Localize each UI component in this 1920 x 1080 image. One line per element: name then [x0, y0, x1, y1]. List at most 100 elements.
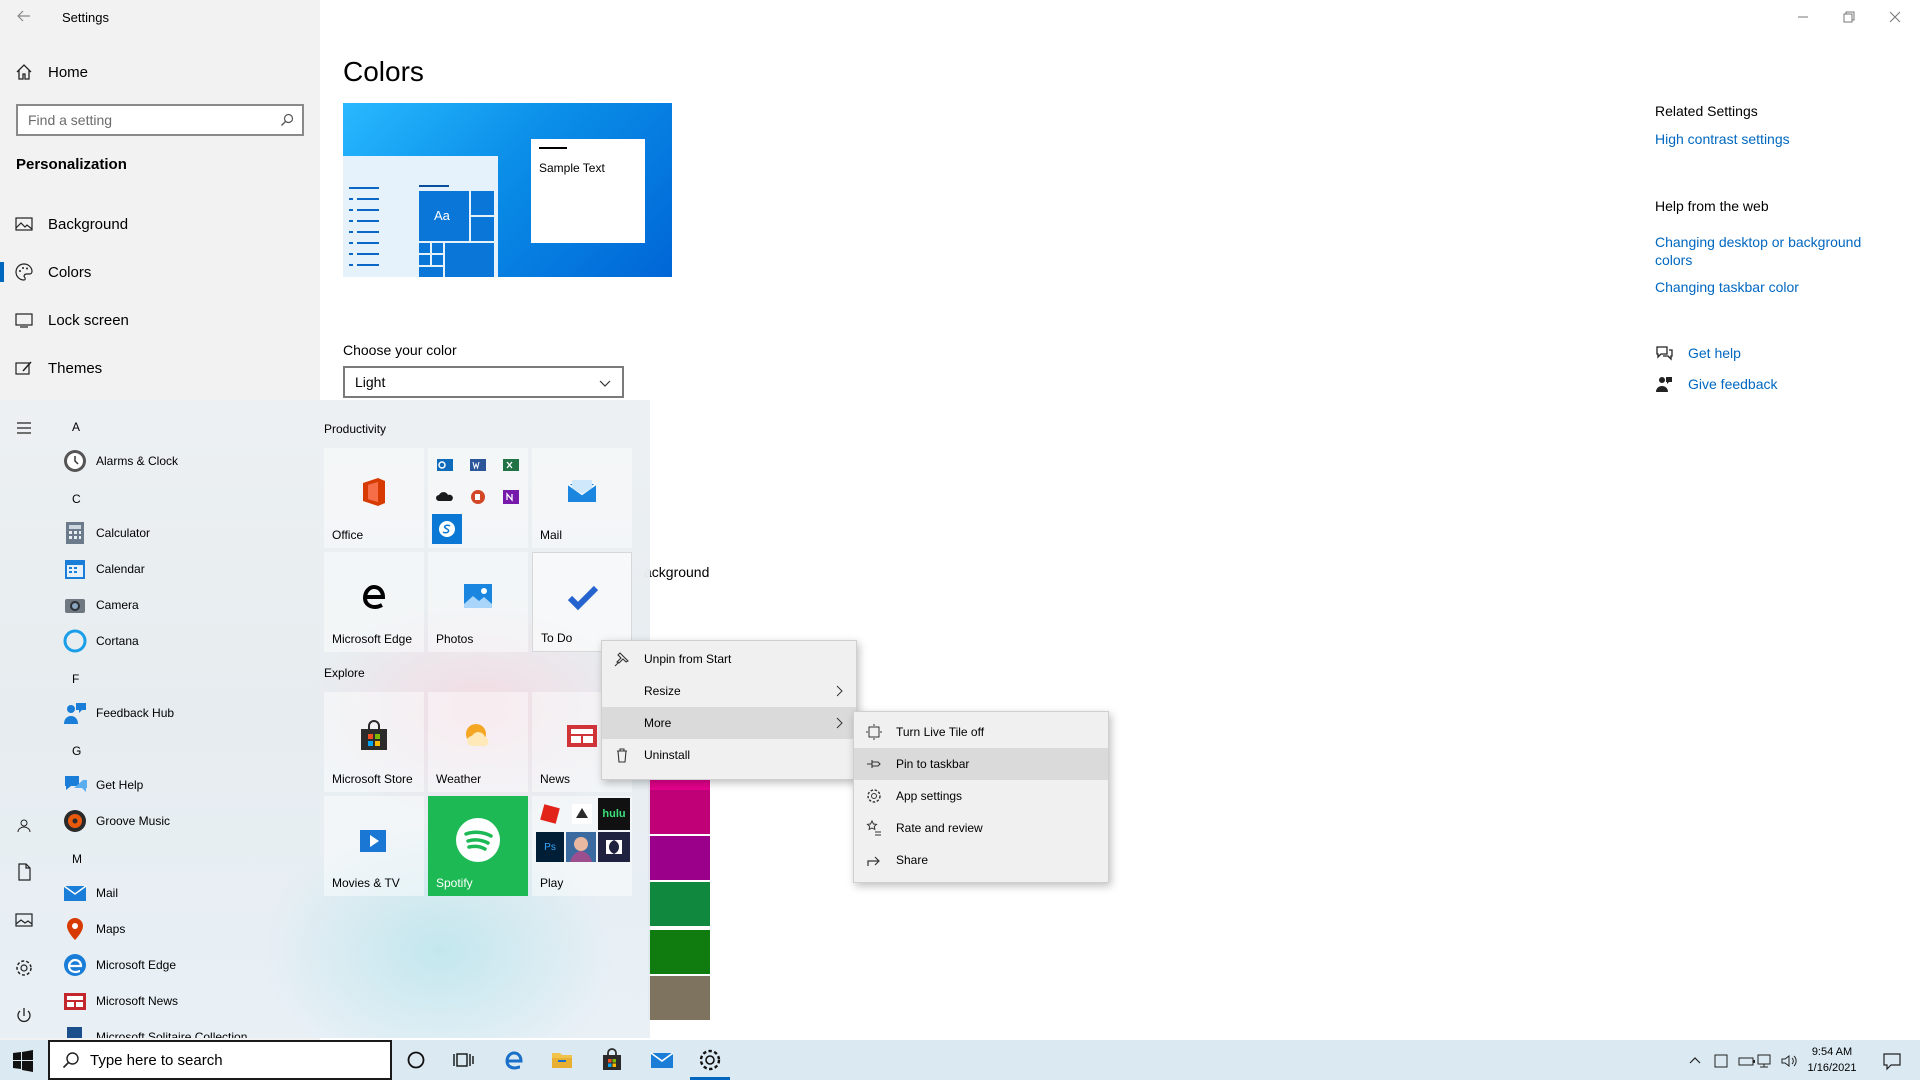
tile-weather[interactable]: Weather: [428, 692, 528, 792]
power-icon[interactable]: [14, 1006, 34, 1026]
minimize-button[interactable]: [1780, 4, 1826, 30]
menu-item-label: Turn Live Tile off: [896, 725, 985, 739]
documents-icon[interactable]: [14, 862, 34, 882]
menu-item-uninstall[interactable]: Uninstall: [602, 739, 856, 771]
menu-item-more[interactable]: More: [602, 707, 856, 739]
onedrive-icon: [436, 488, 454, 506]
tile-movies-tv[interactable]: Movies & TV: [324, 796, 424, 896]
cortana-circle-icon[interactable]: [404, 1048, 428, 1072]
network-icon[interactable]: [1756, 1052, 1774, 1070]
mail-taskbar-icon[interactable]: [650, 1048, 674, 1072]
find-setting-input[interactable]: Find a setting: [16, 104, 304, 136]
edge-taskbar-icon[interactable]: [502, 1048, 526, 1072]
cortana-icon: [62, 628, 88, 654]
sidebar-item-lock-screen[interactable]: Lock screen: [0, 300, 320, 340]
store-taskbar-icon[interactable]: [600, 1048, 624, 1072]
restore-icon: [1843, 11, 1855, 23]
changing-desktop-link[interactable]: Changing desktop or background colors: [1655, 233, 1885, 269]
color-swatch[interactable]: [648, 976, 710, 1020]
chevron-right-icon: [834, 685, 844, 697]
task-view-icon[interactable]: [452, 1048, 476, 1072]
menu-item-pin-to-taskbar[interactable]: Pin to taskbar: [854, 748, 1108, 780]
app-microsoft-edge[interactable]: Microsoft Edge: [62, 950, 176, 980]
tile-label: Spotify: [436, 876, 473, 890]
tile-photos[interactable]: Photos: [428, 552, 528, 652]
close-button[interactable]: [1872, 4, 1918, 30]
app-calendar[interactable]: Calendar: [62, 554, 145, 584]
color-swatch[interactable]: [648, 836, 710, 880]
app-solitaire[interactable]: Microsoft Solitaire Collection: [62, 1022, 247, 1038]
user-icon[interactable]: [14, 816, 34, 836]
menu-item-turn-live-tile-off[interactable]: Turn Live Tile off: [854, 716, 1108, 748]
color-swatch[interactable]: [648, 930, 710, 974]
choose-color-dropdown[interactable]: Light: [343, 366, 624, 398]
hamburger-icon[interactable]: [14, 418, 34, 438]
back-arrow-icon[interactable]: [16, 8, 32, 24]
app-label: Microsoft Edge: [96, 958, 177, 972]
app-group-letter[interactable]: G: [72, 744, 81, 758]
app-maps[interactable]: Maps: [62, 914, 125, 944]
app-groove-music[interactable]: Groove Music: [62, 806, 170, 836]
battery-icon[interactable]: [1738, 1052, 1756, 1070]
sidebar-item-label: Colors: [48, 263, 92, 281]
app-group-letter[interactable]: F: [72, 672, 79, 686]
pictures-icon[interactable]: [14, 910, 34, 930]
taskbar-search-box[interactable]: Type here to search: [48, 1040, 392, 1080]
menu-item-label: Resize: [644, 684, 681, 698]
sidebar-item-colors[interactable]: Colors: [0, 252, 320, 292]
app-calculator[interactable]: Calculator: [62, 518, 150, 548]
window-title: Settings: [62, 10, 109, 25]
windows-start-icon[interactable]: [12, 1050, 34, 1072]
menu-item-rate-review[interactable]: Rate and review: [854, 812, 1108, 844]
color-swatch[interactable]: [648, 882, 710, 926]
feedback-hub-icon: [62, 700, 88, 726]
taskbar-clock[interactable]: 9:54 AM 1/16/2021: [1792, 1044, 1872, 1076]
group-explore[interactable]: Explore: [324, 666, 365, 680]
sidebar-item-home[interactable]: Home: [0, 52, 320, 92]
changing-taskbar-link[interactable]: Changing taskbar color: [1655, 278, 1799, 296]
notification-icon[interactable]: [1882, 1051, 1902, 1071]
app-camera[interactable]: Camera: [62, 590, 139, 620]
app-label: Camera: [96, 598, 139, 612]
powerpoint-icon: [469, 488, 487, 506]
menu-item-app-settings[interactable]: App settings: [854, 780, 1108, 812]
sidebar-item-background[interactable]: Background: [0, 204, 320, 244]
app-alarms-clock[interactable]: Alarms & Clock: [62, 446, 178, 476]
app-label: Groove Music: [96, 814, 171, 828]
tile-spotify[interactable]: Spotify: [428, 796, 528, 896]
give-feedback-link[interactable]: Give feedback: [1688, 375, 1778, 393]
app-group-letter[interactable]: C: [72, 492, 81, 506]
tile-mail[interactable]: Mail: [532, 448, 632, 548]
get-help-link[interactable]: Get help: [1688, 344, 1741, 362]
onedrive-tray-icon[interactable]: [1712, 1052, 1730, 1070]
app-cortana[interactable]: Cortana: [62, 626, 139, 656]
tile-to-do[interactable]: To Do: [532, 552, 632, 652]
restore-button[interactable]: [1826, 4, 1872, 30]
tile-play-folder[interactable]: hulu Ps Play: [532, 796, 632, 896]
color-swatch[interactable]: [648, 790, 710, 834]
group-productivity[interactable]: Productivity: [324, 422, 386, 436]
app-feedback-hub[interactable]: Feedback Hub: [62, 698, 174, 728]
file-explorer-icon[interactable]: [550, 1048, 574, 1072]
tile-microsoft-store[interactable]: Microsoft Store: [324, 692, 424, 792]
page-title: Colors: [343, 56, 424, 87]
chevron-up-icon[interactable]: [1688, 1054, 1702, 1068]
color-preview: Aa Sample Text: [343, 103, 672, 277]
app-group-letter[interactable]: M: [72, 852, 82, 866]
settings-taskbar-icon[interactable]: [698, 1048, 722, 1072]
menu-item-resize[interactable]: Resize: [602, 675, 856, 707]
tile-microsoft-edge[interactable]: Microsoft Edge: [324, 552, 424, 652]
app-get-help[interactable]: Get Help: [62, 770, 143, 800]
settings-gear-icon[interactable]: [14, 958, 34, 978]
menu-item-share[interactable]: Share: [854, 844, 1108, 876]
app-group-letter[interactable]: A: [72, 420, 80, 434]
tile-context-menu: Unpin from Start Resize More Uninstall: [601, 640, 857, 780]
choose-color-label: Choose your color: [343, 342, 457, 358]
app-microsoft-news[interactable]: Microsoft News: [62, 986, 178, 1016]
sidebar-item-themes[interactable]: Themes: [0, 348, 320, 388]
tile-office-apps-folder[interactable]: [428, 448, 528, 548]
menu-item-unpin[interactable]: Unpin from Start: [602, 643, 856, 675]
high-contrast-link[interactable]: High contrast settings: [1655, 130, 1790, 148]
app-mail[interactable]: Mail: [62, 878, 118, 908]
tile-office[interactable]: Office: [324, 448, 424, 548]
